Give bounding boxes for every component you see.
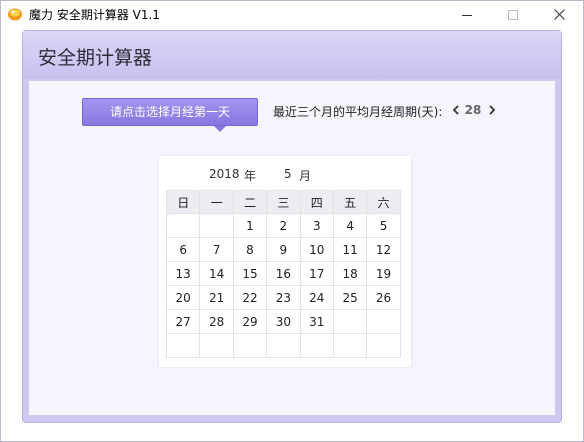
cycle-length-label: 最近三个月的平均月经周期(天): <box>273 105 443 119</box>
calendar-day-cell[interactable]: 4 <box>332 213 368 238</box>
calendar-day-cell[interactable]: 16 <box>266 261 301 286</box>
minimize-icon <box>462 14 472 16</box>
maximize-icon <box>508 9 518 20</box>
content-panel: 请点击选择月经第一天 最近三个月的平均月经周期(天): 28 2018 年 5 … <box>29 81 555 415</box>
calendar-day-cell[interactable]: 3 <box>299 213 334 238</box>
weekday-header: 三 <box>266 190 301 214</box>
calendar-week-row <box>165 333 401 358</box>
calendar-week-row: 12345 <box>165 213 401 238</box>
title-bar[interactable]: 魔力 安全期计算器 V1.1 <box>1 1 583 28</box>
calendar-day-cell[interactable]: 2 <box>266 213 301 238</box>
calendar-day-cell[interactable]: 8 <box>232 237 268 262</box>
calendar-day-cell[interactable]: 23 <box>266 285 301 310</box>
calendar-day-cell[interactable]: 20 <box>165 285 201 310</box>
calendar-week-row: 6 7 8 9 10 11 12 <box>165 237 401 262</box>
calendar-empty-cell <box>332 309 368 334</box>
calendar-year-unit: 年 <box>244 169 257 183</box>
calendar-empty-cell <box>266 333 301 358</box>
calendar-day-cell[interactable]: 13 <box>165 261 201 286</box>
calendar-empty-cell <box>299 333 334 358</box>
calendar-day-cell[interactable]: 11 <box>332 237 368 262</box>
calendar-day-cell[interactable]: 1 <box>232 213 268 238</box>
calendar-empty-cell <box>165 333 201 358</box>
calendar-day-cell[interactable]: 19 <box>366 261 401 286</box>
calendar-day-cell[interactable]: 24 <box>299 285 334 310</box>
calendar-week-row: 20 21 22 23 24 25 26 <box>165 285 401 310</box>
cycle-increase-button[interactable] <box>483 100 501 120</box>
calendar-empty-cell <box>199 333 234 358</box>
page-title: 安全期计算器 <box>38 47 153 69</box>
weekday-header: 日 <box>165 190 201 214</box>
calendar-day-cell[interactable]: 17 <box>299 261 334 286</box>
maximize-button[interactable] <box>490 1 536 28</box>
weekday-header: 四 <box>299 190 334 214</box>
calendar-day-cell[interactable]: 22 <box>232 285 268 310</box>
weekday-header: 五 <box>332 190 368 214</box>
calendar-day-cell[interactable]: 21 <box>199 285 234 310</box>
app-window: 魔力 安全期计算器 V1.1 安全期计算器 请点击选择月经第一天 最近三个月的平… <box>0 0 584 442</box>
calendar-grid: 日 一 二 三 四 五 六 1 2 3 4 5 6 7 8 9 10 11 12 13 14 15 16 17 1… <box>165 190 401 358</box>
calendar-day-cell[interactable]: 15 <box>232 261 268 286</box>
calendar-day-cell[interactable]: 26 <box>366 285 401 310</box>
cycle-length-value: 28 <box>464 103 482 117</box>
calendar-day-cell[interactable]: 14 <box>199 261 234 286</box>
weekday-header: 一 <box>199 190 234 214</box>
calendar-empty-cell <box>332 333 368 358</box>
calendar-day-cell[interactable]: 9 <box>266 237 301 262</box>
weekday-header: 六 <box>366 190 401 214</box>
calendar-empty-cell <box>366 309 401 334</box>
weekday-header: 二 <box>232 190 268 214</box>
close-button[interactable] <box>536 1 582 28</box>
main-frame: 安全期计算器 请点击选择月经第一天 最近三个月的平均月经周期(天): 28 20… <box>22 30 562 423</box>
window-title: 魔力 安全期计算器 V1.1 <box>29 8 160 22</box>
calendar-empty-cell <box>232 333 268 358</box>
calendar-day-cell[interactable]: 29 <box>232 309 268 334</box>
weekday-header-row: 日 一 二 三 四 五 六 <box>165 190 401 214</box>
calendar-empty-cell <box>165 213 201 238</box>
calendar: 2018 年 5 月 日 一 二 三 四 五 六 1 2 3 4 5 6 7 8… <box>159 156 411 367</box>
calendar-day-cell[interactable]: 10 <box>299 237 334 262</box>
minimize-button[interactable] <box>444 1 490 28</box>
select-period-start-button[interactable]: 请点击选择月经第一天 <box>82 98 258 126</box>
calendar-empty-cell <box>366 333 401 358</box>
calendar-day-cell[interactable]: 7 <box>199 237 234 262</box>
button-pointer <box>214 126 226 132</box>
chevron-left-icon <box>452 105 459 115</box>
app-logo-icon <box>7 6 23 22</box>
header-band: 安全期计算器 <box>23 31 561 79</box>
calendar-day-cell[interactable]: 12 <box>366 237 401 262</box>
calendar-body: 1 2 3 4 5 6 7 8 9 10 11 12 13 14 15 16 17 18 19 20 21 22 23 24 2… <box>165 213 401 358</box>
calendar-month-unit: 月 <box>299 169 312 183</box>
calendar-empty-cell <box>199 213 234 238</box>
calendar-day-cell[interactable]: 31 <box>299 309 334 334</box>
close-icon <box>553 9 565 20</box>
calendar-month[interactable]: 5 <box>284 167 292 181</box>
calendar-day-cell[interactable]: 28 <box>199 309 234 334</box>
calendar-day-cell[interactable]: 25 <box>332 285 368 310</box>
calendar-week-row: 27 28 29 30 31 <box>165 309 401 334</box>
calendar-day-cell[interactable]: 5 <box>366 213 401 238</box>
chevron-right-icon <box>489 105 496 115</box>
calendar-year[interactable]: 2018 <box>209 167 240 181</box>
calendar-week-row: 13 14 15 16 17 18 19 <box>165 261 401 286</box>
calendar-day-cell[interactable]: 27 <box>165 309 201 334</box>
calendar-day-cell[interactable]: 6 <box>165 237 201 262</box>
calendar-day-cell[interactable]: 30 <box>266 309 301 334</box>
calendar-day-cell[interactable]: 18 <box>332 261 368 286</box>
